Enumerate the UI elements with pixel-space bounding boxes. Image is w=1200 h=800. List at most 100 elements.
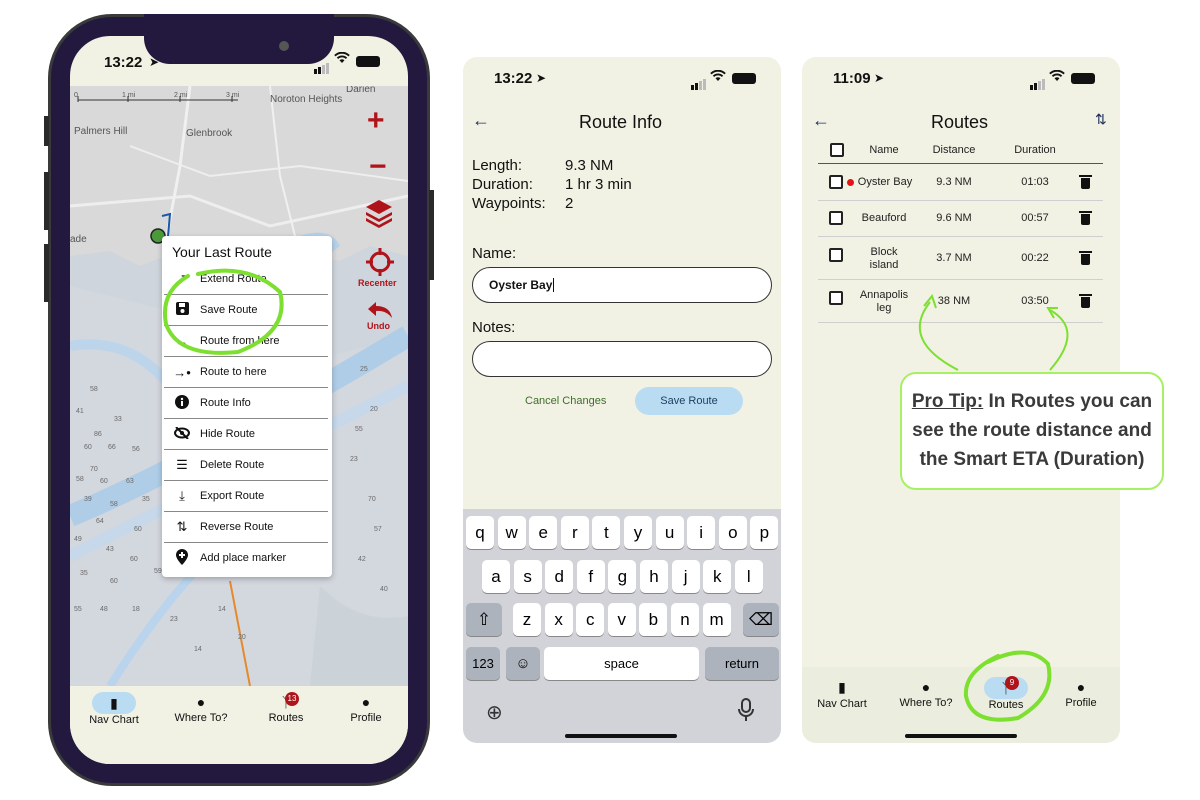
- key-q[interactable]: q: [466, 516, 494, 549]
- delete-list-icon: ☰: [176, 457, 188, 472]
- key-e[interactable]: e: [529, 516, 558, 549]
- zoom-in-button[interactable]: +: [367, 104, 385, 138]
- select-all-checkbox[interactable]: [830, 143, 844, 157]
- key-j[interactable]: j: [671, 560, 700, 593]
- download-icon: ⤓: [179, 488, 185, 503]
- key-s[interactable]: s: [513, 560, 542, 593]
- key-l[interactable]: l: [734, 560, 763, 593]
- length-label: Length:: [472, 157, 523, 174]
- signal-icon: [691, 72, 707, 90]
- waypoints-value: 2: [565, 195, 574, 212]
- depth-sounding: 70: [90, 466, 98, 473]
- depth-sounding: 55: [355, 426, 363, 433]
- depth-sounding: 60: [100, 478, 108, 485]
- key-m[interactable]: m: [702, 603, 731, 636]
- key-w[interactable]: w: [497, 516, 526, 549]
- space-key[interactable]: space: [544, 647, 699, 680]
- emoji-key[interactable]: ☺: [506, 647, 540, 680]
- row-checkbox[interactable]: [829, 248, 843, 262]
- key-o[interactable]: o: [718, 516, 747, 549]
- globe-icon[interactable]: ⊕: [486, 700, 503, 725]
- column-header-duration: Duration: [1014, 144, 1056, 156]
- depth-sounding: 55: [74, 606, 82, 613]
- map-icon: ▮: [92, 692, 136, 714]
- key-g[interactable]: g: [608, 560, 637, 593]
- row-checkbox[interactable]: [829, 291, 843, 305]
- depth-sounding: 60: [134, 526, 142, 533]
- menu-item-export-route[interactable]: ⤓ Export Route: [164, 480, 328, 511]
- key-k[interactable]: k: [703, 560, 732, 593]
- nav-item-where-to[interactable]: ● Where To?: [166, 694, 236, 724]
- row-checkbox[interactable]: [829, 175, 843, 189]
- arrow-to-point-icon: →•: [173, 364, 191, 380]
- back-arrow-icon[interactable]: ←: [812, 110, 830, 131]
- depth-sounding: 42: [358, 556, 366, 563]
- route-name: Beauford: [861, 212, 907, 224]
- depth-sounding: 86: [94, 431, 102, 438]
- nav-item-nav-chart[interactable]: ▮ Nav Chart: [79, 692, 149, 726]
- key-p[interactable]: p: [750, 516, 779, 549]
- recenter-label[interactable]: Recenter: [358, 278, 397, 288]
- microphone-icon[interactable]: [737, 698, 755, 727]
- return-key[interactable]: return: [705, 647, 779, 680]
- nav-item-where-to[interactable]: ● Where To?: [891, 679, 961, 709]
- menu-item-add-place-marker[interactable]: Add place marker: [164, 542, 328, 573]
- key-c[interactable]: c: [576, 603, 605, 636]
- delete-key[interactable]: ⌫: [743, 603, 779, 636]
- depth-sounding: 14: [194, 646, 202, 653]
- name-field[interactable]: Oyster Bay: [472, 267, 772, 303]
- sort-icon[interactable]: ⇅: [1095, 111, 1107, 128]
- battery-icon: [1071, 73, 1095, 84]
- active-route-dot: [847, 179, 854, 186]
- trash-icon[interactable]: [1079, 251, 1092, 265]
- key-v[interactable]: v: [607, 603, 636, 636]
- menu-item-reverse-route[interactable]: ⇅ Reverse Route: [164, 511, 328, 542]
- key-i[interactable]: i: [687, 516, 716, 549]
- side-button: [44, 244, 49, 302]
- notes-field[interactable]: [472, 341, 772, 377]
- menu-item-label: Reverse Route: [200, 521, 274, 533]
- zoom-out-button[interactable]: −: [369, 150, 387, 184]
- key-n[interactable]: n: [671, 603, 699, 636]
- key-r[interactable]: r: [560, 516, 589, 549]
- row-checkbox[interactable]: [829, 211, 843, 225]
- shift-key[interactable]: ⇧: [466, 603, 502, 636]
- nav-item-profile[interactable]: ● Profile: [331, 694, 401, 724]
- key-y[interactable]: y: [624, 516, 652, 549]
- column-header-distance: Distance: [932, 144, 976, 156]
- key-d[interactable]: d: [545, 560, 574, 593]
- recenter-icon[interactable]: [366, 248, 394, 281]
- key-u[interactable]: u: [655, 516, 684, 549]
- route-duration: 01:03: [1021, 176, 1049, 188]
- save-route-button[interactable]: Save Route: [635, 387, 743, 415]
- back-arrow-icon[interactable]: ←: [472, 110, 490, 131]
- status-time: 13:22: [104, 54, 143, 71]
- numbers-key[interactable]: 123: [466, 647, 500, 680]
- nav-item-nav-chart[interactable]: ▮ Nav Chart: [807, 679, 877, 710]
- tip-arrows: [918, 293, 1069, 371]
- layers-icon[interactable]: [365, 198, 393, 233]
- menu-item-delete-route[interactable]: ☰ Delete Route: [164, 449, 328, 480]
- row-divider: [818, 236, 1103, 237]
- key-f[interactable]: f: [576, 560, 605, 593]
- key-a[interactable]: a: [482, 560, 510, 593]
- menu-item-hide-route[interactable]: Hide Route: [164, 418, 328, 449]
- cancel-changes-button[interactable]: Cancel Changes: [525, 395, 606, 407]
- undo-label[interactable]: Undo: [367, 321, 390, 331]
- trash-icon[interactable]: [1079, 211, 1092, 225]
- page-title: Route Info: [579, 112, 663, 132]
- route-distance: 9.6 NM: [936, 212, 972, 224]
- depth-sounding: 63: [126, 478, 134, 485]
- key-t[interactable]: t: [592, 516, 621, 549]
- menu-item-route-info[interactable]: Route Info: [164, 387, 328, 418]
- key-h[interactable]: h: [640, 560, 668, 593]
- trash-icon[interactable]: [1079, 294, 1092, 308]
- scale-label: 3 mi: [226, 92, 240, 99]
- depth-sounding: 66: [108, 444, 116, 451]
- nav-label: Profile: [350, 712, 382, 724]
- key-b[interactable]: b: [639, 603, 668, 636]
- trash-icon[interactable]: [1079, 175, 1092, 189]
- key-z[interactable]: z: [513, 603, 541, 636]
- menu-item-label: Hide Route: [200, 428, 256, 440]
- key-x[interactable]: x: [544, 603, 573, 636]
